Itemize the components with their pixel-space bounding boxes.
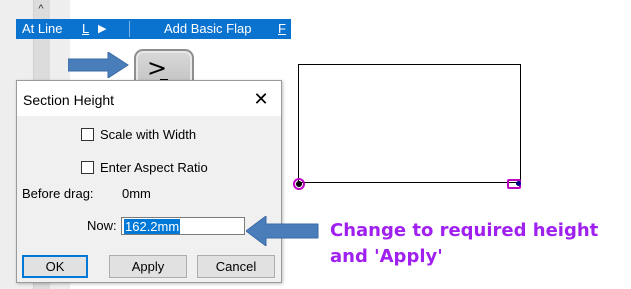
scale-with-width-option[interactable]: Scale with Width [81, 126, 196, 142]
scroll-up-icon[interactable]: ^ [33, 2, 49, 16]
section-outline[interactable] [298, 64, 521, 183]
before-drag-value: 0mm [122, 186, 151, 201]
ok-button[interactable]: OK [22, 255, 88, 278]
dialog-titlebar: Section Height ✕ [17, 81, 281, 116]
dialog-title: Section Height [23, 92, 115, 108]
key-caret-glyph: > [147, 54, 168, 82]
enter-aspect-ratio-checkbox[interactable] [81, 160, 94, 174]
context-menu-bar: At Line L ▶ Add Basic Flap F [16, 19, 291, 39]
submenu-arrow-icon: ▶ [98, 23, 107, 35]
right-anchor-dot [516, 181, 521, 186]
now-label: Now: [87, 218, 117, 233]
annotation-line-2: and 'Apply' [330, 246, 443, 267]
enter-aspect-ratio-option[interactable]: Enter Aspect Ratio [81, 159, 208, 175]
apply-button[interactable]: Apply [109, 255, 187, 278]
annotation-line-1: Change to required height [330, 220, 599, 241]
instruction-annotation: Change to required height and 'Apply' [330, 218, 630, 270]
left-anchor-dot [296, 181, 302, 187]
menu-divider [129, 21, 130, 37]
right-arrow-icon [68, 52, 129, 78]
scale-with-width-label: Scale with Width [100, 126, 197, 142]
menu-item-at-line-shortcut: L [82, 21, 90, 36]
now-height-input[interactable]: 162.2mm [121, 217, 245, 235]
section-height-dialog: Section Height ✕ Scale with Width Enter … [16, 80, 282, 283]
menu-item-add-basic-flap-shortcut: F [278, 21, 286, 36]
cancel-button[interactable]: Cancel [197, 255, 275, 278]
left-arrow-icon [246, 216, 319, 246]
close-icon[interactable]: ✕ [249, 87, 273, 111]
now-height-value: 162.2mm [124, 219, 181, 234]
scale-with-width-checkbox[interactable] [81, 127, 94, 141]
menu-item-add-basic-flap[interactable]: Add Basic Flap [164, 21, 251, 36]
before-drag-label: Before drag: [22, 186, 94, 201]
menu-item-at-line[interactable]: At Line [22, 21, 62, 36]
enter-aspect-ratio-label: Enter Aspect Ratio [100, 159, 208, 175]
